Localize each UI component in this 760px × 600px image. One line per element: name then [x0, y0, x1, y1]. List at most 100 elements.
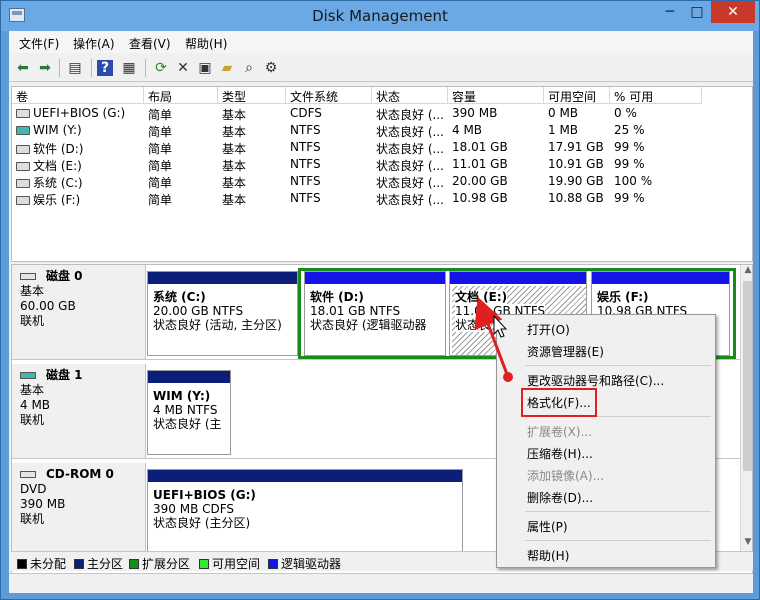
volume-cell-free[interactable]: 17.91 GB: [544, 139, 610, 156]
column-header-layout[interactable]: 布局: [144, 87, 218, 104]
volume-cell-capacity[interactable]: 10.98 GB: [448, 190, 544, 207]
volume-cell-pct[interactable]: 25 %: [610, 122, 702, 139]
back-icon[interactable]: ⬅: [13, 58, 33, 78]
volume-cell-capacity[interactable]: 390 MB: [448, 105, 544, 122]
disk-1-info[interactable]: 磁盘 1 基本 4 MB 联机: [12, 364, 146, 459]
volume-cell-name[interactable]: 文档 (E:): [12, 156, 144, 173]
volume-cell-free[interactable]: 10.91 GB: [544, 156, 610, 173]
volume-cell-fs[interactable]: CDFS: [286, 105, 372, 122]
volume-cell-pct[interactable]: 99 %: [610, 139, 702, 156]
volume-cell-status[interactable]: 状态良好 (...: [372, 139, 448, 156]
volume-cell-name[interactable]: 系统 (C:): [12, 173, 144, 190]
context-explorer[interactable]: 资源管理器(E): [527, 343, 604, 360]
volume-cell-type[interactable]: 基本: [218, 105, 286, 122]
volume-cell-name[interactable]: 娱乐 (F:): [12, 190, 144, 207]
volume-cell-type[interactable]: 基本: [218, 156, 286, 173]
search-icon[interactable]: ⌕: [239, 58, 259, 78]
volume-cell-capacity[interactable]: 11.01 GB: [448, 156, 544, 173]
settings-icon[interactable]: ⚙: [261, 58, 281, 78]
open-folder-icon[interactable]: ▰: [217, 58, 237, 78]
volume-icon: [16, 145, 30, 154]
close-button[interactable]: ✕: [711, 1, 755, 23]
context-shrink-volume[interactable]: 压缩卷(H)...: [527, 445, 593, 462]
menu-view[interactable]: 查看(V): [129, 35, 171, 52]
list-icon[interactable]: ▦: [119, 58, 139, 78]
column-header-volume[interactable]: 卷: [12, 87, 144, 104]
volume-cell-fs[interactable]: NTFS: [286, 122, 372, 139]
partition-g[interactable]: UEFI+BIOS (G:) 390 MB CDFS 状态良好 (主分区): [147, 469, 463, 553]
volume-cell-free[interactable]: 1 MB: [544, 122, 610, 139]
context-open[interactable]: 打开(O): [527, 321, 570, 338]
partition-d[interactable]: 软件 (D:) 18.01 GB NTFS 状态良好 (逻辑驱动器: [304, 271, 446, 356]
column-header-free[interactable]: 可用空间: [544, 87, 610, 104]
volume-cell-capacity[interactable]: 4 MB: [448, 122, 544, 139]
partition-status: 状态良好 (主: [153, 417, 222, 431]
scroll-thumb[interactable]: [743, 281, 752, 471]
volume-cell-status[interactable]: 状态良好 (...: [372, 105, 448, 122]
partition-status: 状态良好 (活动, 主分区): [153, 318, 282, 332]
vertical-scrollbar[interactable]: ▲ ▼: [740, 265, 752, 553]
volume-cell-layout[interactable]: 简单: [144, 139, 218, 156]
volume-cell-pct[interactable]: 99 %: [610, 190, 702, 207]
volume-cell-layout[interactable]: 简单: [144, 122, 218, 139]
context-change-drive-letter[interactable]: 更改驱动器号和路径(C)...: [527, 372, 664, 389]
volume-cell-layout[interactable]: 简单: [144, 105, 218, 122]
volume-cell-type[interactable]: 基本: [218, 139, 286, 156]
volume-cell-pct[interactable]: 99 %: [610, 156, 702, 173]
partition-c[interactable]: 系统 (C:) 20.00 GB NTFS 状态良好 (活动, 主分区): [147, 271, 298, 356]
volume-cell-status[interactable]: 状态良好 (...: [372, 156, 448, 173]
maximize-button[interactable]: □: [684, 1, 710, 23]
delete-icon[interactable]: ✕: [173, 58, 193, 78]
partition-y[interactable]: WIM (Y:) 4 MB NTFS 状态良好 (主: [147, 370, 231, 455]
volume-cell-free[interactable]: 0 MB: [544, 105, 610, 122]
legend-swatch: [129, 559, 139, 569]
context-help[interactable]: 帮助(H): [527, 547, 569, 564]
context-menu: 打开(O) 资源管理器(E) 更改驱动器号和路径(C)... 格式化(F)...…: [496, 314, 716, 568]
properties-icon[interactable]: ▣: [195, 58, 215, 78]
column-header-capacity[interactable]: 容量: [448, 87, 544, 104]
menu-action[interactable]: 操作(A): [73, 35, 115, 52]
volume-cell-status[interactable]: 状态良好 (...: [372, 173, 448, 190]
volume-cell-fs[interactable]: NTFS: [286, 156, 372, 173]
volume-cell-name[interactable]: UEFI+BIOS (G:): [12, 105, 144, 122]
volume-cell-status[interactable]: 状态良好 (...: [372, 190, 448, 207]
volume-cell-type[interactable]: 基本: [218, 122, 286, 139]
toolbar: ⬅ ➡ ▤ ? ▦ ⟳ ✕ ▣ ▰ ⌕ ⚙: [9, 54, 753, 82]
help-icon[interactable]: ?: [97, 60, 113, 76]
volume-cell-pct[interactable]: 100 %: [610, 173, 702, 190]
refresh-icon[interactable]: ⟳: [151, 58, 171, 78]
volume-cell-name[interactable]: 软件 (D:): [12, 139, 144, 156]
cdrom-0-info[interactable]: CD-ROM 0 DVD 390 MB 联机: [12, 463, 146, 553]
volume-cell-free[interactable]: 19.90 GB: [544, 173, 610, 190]
volume-cell-type[interactable]: 基本: [218, 173, 286, 190]
partition-name: WIM (Y:): [153, 389, 211, 403]
column-header-status[interactable]: 状态: [372, 87, 448, 104]
volume-cell-capacity[interactable]: 18.01 GB: [448, 139, 544, 156]
volume-cell-type[interactable]: 基本: [218, 190, 286, 207]
volume-cell-name[interactable]: WIM (Y:): [12, 122, 144, 139]
forward-icon[interactable]: ➡: [35, 58, 55, 78]
scroll-up-icon[interactable]: ▲: [742, 265, 752, 279]
column-header-type[interactable]: 类型: [218, 87, 286, 104]
volume-cell-layout[interactable]: 简单: [144, 156, 218, 173]
disk-type: 基本: [20, 284, 45, 298]
column-header-filesystem[interactable]: 文件系统: [286, 87, 372, 104]
volume-cell-layout[interactable]: 简单: [144, 173, 218, 190]
minimize-button[interactable]: ─: [657, 1, 683, 23]
context-properties[interactable]: 属性(P): [527, 518, 568, 535]
volume-cell-fs[interactable]: NTFS: [286, 139, 372, 156]
volume-cell-fs[interactable]: NTFS: [286, 190, 372, 207]
volume-cell-fs[interactable]: NTFS: [286, 173, 372, 190]
volume-cell-layout[interactable]: 简单: [144, 190, 218, 207]
volume-cell-status[interactable]: 状态良好 (...: [372, 122, 448, 139]
volume-cell-pct[interactable]: 0 %: [610, 105, 702, 122]
menu-file[interactable]: 文件(F): [19, 35, 59, 52]
grid-icon[interactable]: ▤: [65, 58, 85, 78]
context-delete-volume[interactable]: 删除卷(D)...: [527, 489, 593, 506]
volume-cell-capacity[interactable]: 20.00 GB: [448, 173, 544, 190]
scroll-down-icon[interactable]: ▼: [742, 537, 752, 551]
volume-cell-free[interactable]: 10.88 GB: [544, 190, 610, 207]
disk-0-info[interactable]: 磁盘 0 基本 60.00 GB 联机: [12, 265, 146, 360]
menu-help[interactable]: 帮助(H): [185, 35, 227, 52]
column-header-percent-free[interactable]: % 可用: [610, 87, 702, 104]
